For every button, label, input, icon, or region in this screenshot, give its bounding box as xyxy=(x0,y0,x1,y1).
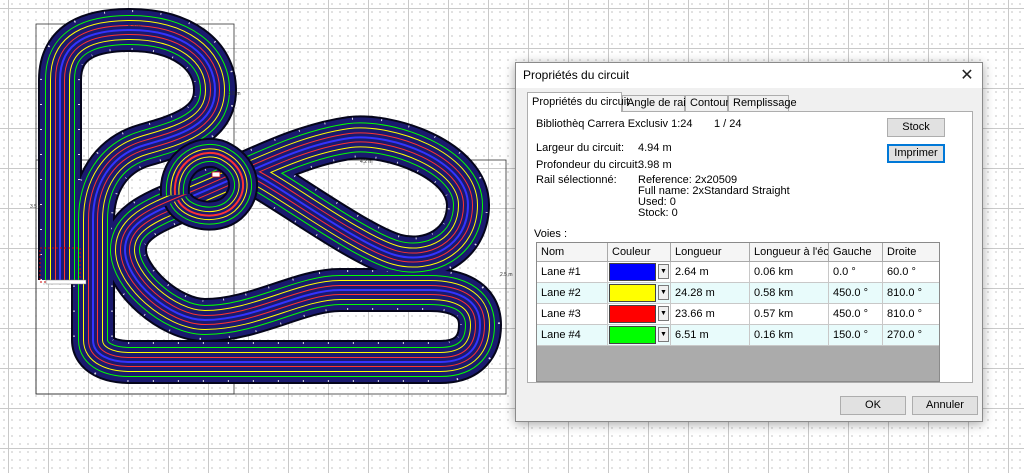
lane-scale-length: 0.16 km xyxy=(750,325,829,346)
dimension-inner-width: 4.2 m xyxy=(360,159,373,165)
dimension-left-height: 3.5 m xyxy=(30,204,43,210)
table-row[interactable]: Lane #3 ▼ 23.66 m 0.57 km 450.0 ° 810.0 … xyxy=(537,304,939,325)
lane-name: Lane #2 xyxy=(537,283,608,304)
lane-color-swatch[interactable] xyxy=(609,305,656,323)
lane-right-angle: 810.0 ° xyxy=(883,304,939,325)
tab-rail-angle[interactable]: Angle de rail xyxy=(622,95,688,111)
table-row[interactable]: Lane #4 ▼ 6.51 m 0.16 km 150.0 ° 270.0 ° xyxy=(537,325,939,346)
lane-color-cell[interactable]: ▼ xyxy=(608,262,671,283)
library-name: Bibliothèq Carrera Exclusiv 1:24 xyxy=(536,118,693,130)
lanes-table-header: Nom Couleur Longueur Longueur à l'éc... … xyxy=(537,243,939,262)
chevron-down-icon[interactable]: ▼ xyxy=(658,306,669,321)
column-header-color[interactable]: Couleur xyxy=(608,243,671,262)
lane-right-angle: 270.0 ° xyxy=(883,325,939,346)
chevron-down-icon[interactable]: ▼ xyxy=(658,327,669,342)
column-header-left[interactable]: Gauche xyxy=(829,243,883,262)
dialog-titlebar[interactable]: Propriétés du circuit ✕ xyxy=(516,63,982,88)
cancel-button[interactable]: Annuler xyxy=(912,396,978,415)
rail-stock: Stock: 0 xyxy=(638,207,678,219)
lane-color-cell[interactable]: ▼ xyxy=(608,283,671,304)
lane-left-angle: 450.0 ° xyxy=(829,304,883,325)
close-icon[interactable]: ✕ xyxy=(952,63,982,88)
lane-scale-length: 0.06 km xyxy=(750,262,829,283)
lane-color-swatch[interactable] xyxy=(609,284,656,302)
circuit-depth-value: 3.98 m xyxy=(638,159,672,171)
lane-left-angle: 0.0 ° xyxy=(829,262,883,283)
tab-panel-circuit-properties: Bibliothèq Carrera Exclusiv 1:24 1 / 24 … xyxy=(527,111,973,383)
table-row[interactable]: Lane #1 ▼ 2.64 m 0.06 km 0.0 ° 60.0 ° xyxy=(537,262,939,283)
rail-end-marker xyxy=(211,171,221,178)
lane-length: 23.66 m xyxy=(671,304,750,325)
tab-circuit-properties[interactable]: Propriétés du circuit xyxy=(527,92,629,112)
circuit-width-label: Largeur du circuit: xyxy=(536,142,625,154)
tab-outline[interactable]: Contour xyxy=(685,95,729,111)
lane-length: 24.28 m xyxy=(671,283,750,304)
ok-button[interactable]: OK xyxy=(840,396,906,415)
lane-length: 2.64 m xyxy=(671,262,750,283)
selected-rail-label: Rail sélectionné: xyxy=(536,174,617,186)
column-header-name[interactable]: Nom xyxy=(537,243,608,262)
tab-fill[interactable]: Remplissage xyxy=(728,95,797,111)
lane-color-swatch[interactable] xyxy=(609,326,656,344)
lanes-label: Voies : xyxy=(534,228,568,240)
lane-color-cell[interactable]: ▼ xyxy=(608,304,671,325)
lane-left-angle: 450.0 ° xyxy=(829,283,883,304)
column-header-right[interactable]: Droite xyxy=(883,243,939,262)
chevron-down-icon[interactable]: ▼ xyxy=(658,285,669,300)
print-button[interactable]: Imprimer xyxy=(887,144,945,163)
lane-length: 6.51 m xyxy=(671,325,750,346)
dimension-top-width: 4.9 m xyxy=(128,23,141,29)
lanes-table: Nom Couleur Longueur Longueur à l'éc... … xyxy=(536,242,940,382)
stock-button[interactable]: Stock xyxy=(887,118,945,137)
lane-color-cell[interactable]: ▼ xyxy=(608,325,671,346)
lane-left-angle: 150.0 ° xyxy=(829,325,883,346)
dimension-right-lower: 2.5 m xyxy=(500,272,513,278)
lane-name: Lane #4 xyxy=(537,325,608,346)
track-layout[interactable] xyxy=(60,30,480,362)
lane-color-swatch[interactable] xyxy=(609,263,656,281)
lane-name: Lane #3 xyxy=(537,304,608,325)
table-row[interactable]: Lane #2 ▼ 24.28 m 0.58 km 450.0 ° 810.0 … xyxy=(537,283,939,304)
dimension-right-height: 3.9 m xyxy=(228,91,241,97)
circuit-depth-label: Profondeur du circuit: xyxy=(536,159,641,171)
lane-right-angle: 810.0 ° xyxy=(883,283,939,304)
lane-right-angle: 60.0 ° xyxy=(883,262,939,283)
column-header-length[interactable]: Longueur xyxy=(671,243,750,262)
dialog-title: Propriétés du circuit xyxy=(523,68,630,82)
lane-scale-length: 0.58 km xyxy=(750,283,829,304)
lane-scale-length: 0.57 km xyxy=(750,304,829,325)
column-header-scale-length[interactable]: Longueur à l'éc... xyxy=(750,243,829,262)
circuit-width-value: 4.94 m xyxy=(638,142,672,154)
lane-name: Lane #1 xyxy=(537,262,608,283)
chevron-down-icon[interactable]: ▼ xyxy=(658,264,669,279)
page-indicator: 1 / 24 xyxy=(714,118,742,130)
circuit-properties-dialog: Propriétés du circuit ✕ Propriétés du ci… xyxy=(515,62,983,422)
